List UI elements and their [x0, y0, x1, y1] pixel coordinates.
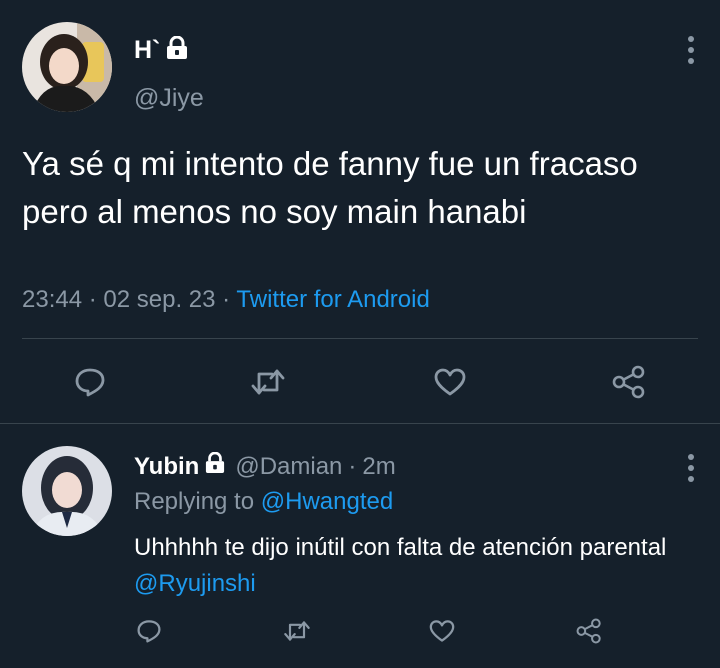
author-row: H` [134, 35, 188, 65]
like-icon [429, 620, 455, 642]
display-name[interactable]: Yubin [134, 453, 199, 481]
retweet-icon [284, 621, 310, 641]
dot-icon [688, 47, 694, 53]
share-button[interactable] [572, 614, 606, 648]
like-button[interactable] [425, 614, 459, 648]
replying-to-link[interactable]: @Hwangted [261, 488, 393, 515]
retweet-button[interactable] [280, 614, 314, 648]
author-handle[interactable]: @Damian [235, 453, 342, 481]
share-button[interactable] [607, 360, 651, 404]
tweet-meta: 23:44 · 02 sep. 23 · Twitter for Android [22, 286, 430, 314]
reply-text-content: Uhhhhh te dijo inútil con falta de atenc… [134, 534, 667, 561]
divider [22, 338, 698, 339]
reply-age: 2m [362, 452, 396, 480]
meta-separator: · [222, 286, 231, 313]
meta-separator: · [348, 452, 357, 480]
share-icon [612, 365, 645, 399]
dot-icon [688, 465, 694, 471]
reply-tweet: Yubin @Damian · 2m Replying to @Hwangted… [0, 424, 720, 668]
replying-prefix: Replying to [134, 488, 255, 515]
reply-icon [137, 620, 161, 643]
tweet-text: Ya sé q mi intento de fanny fue un fraca… [22, 145, 638, 230]
retweet-icon [251, 369, 285, 395]
more-options-button[interactable] [688, 454, 694, 482]
tweet-time: 23:44 [22, 286, 83, 313]
dot-icon [688, 454, 694, 460]
dot-icon [688, 58, 694, 64]
reply-icon [75, 368, 105, 397]
reply-button[interactable] [68, 360, 112, 404]
lock-icon [166, 35, 188, 65]
tweet-source-link[interactable]: Twitter for Android [236, 286, 429, 313]
share-icon [576, 618, 601, 644]
dot-icon [688, 36, 694, 42]
more-options-button[interactable] [688, 36, 694, 64]
display-name[interactable]: H` [134, 36, 160, 65]
like-button[interactable] [428, 360, 472, 404]
lock-icon [205, 451, 225, 481]
dot-icon [688, 476, 694, 482]
mention-link[interactable]: @Ryujinshi [134, 570, 256, 597]
replying-to: Replying to @Hwangted [134, 488, 393, 516]
retweet-button[interactable] [246, 360, 290, 404]
reply-button[interactable] [132, 614, 166, 648]
like-icon [434, 368, 466, 396]
tweet-date: 02 sep. 23 [103, 286, 216, 313]
reply-text: Uhhhhh te dijo inútil con falta de atenc… [134, 530, 674, 602]
author-handle[interactable]: @Jiye [134, 84, 204, 113]
main-tweet: H` @Jiye Ya sé q mi intento de fanny fue… [0, 0, 720, 424]
avatar[interactable] [22, 22, 112, 112]
avatar[interactable] [22, 446, 112, 536]
author-row: Yubin @Damian · 2m [134, 451, 396, 481]
meta-separator: · [88, 286, 97, 313]
